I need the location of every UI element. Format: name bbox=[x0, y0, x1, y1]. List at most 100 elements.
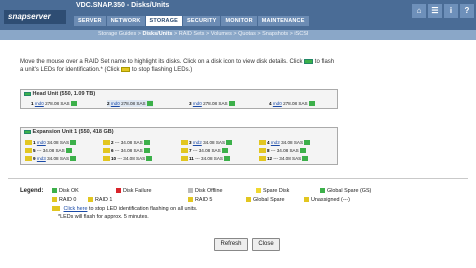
disk-slot[interactable]: 8 --- 34.08 SAS bbox=[259, 147, 306, 154]
expansion-unit-title: Expansion Unit 1 (550, 418 GB) bbox=[32, 129, 114, 135]
disk-slot[interactable]: 12 --- 34.08 SAS bbox=[259, 155, 309, 162]
raid5-icon bbox=[188, 197, 193, 203]
unassigned-icon bbox=[304, 197, 309, 203]
legend-title: Legend: bbox=[20, 188, 44, 194]
flash-led-icon[interactable] bbox=[24, 129, 31, 134]
spare-disk-icon bbox=[256, 188, 261, 194]
disk-slot[interactable]: 3 md2 34.08 SAS bbox=[181, 139, 233, 146]
disk-ok-icon[interactable] bbox=[143, 140, 150, 146]
sub-nav: Storage Guides > Disks/Units > RAID Sets… bbox=[0, 30, 476, 40]
disk-ok-icon[interactable] bbox=[146, 101, 153, 107]
disk-slot[interactable]: 3 md0 278.08 SAS bbox=[189, 100, 235, 107]
disk-ok-icon[interactable] bbox=[70, 101, 77, 107]
instruction-text-1: Move the mouse over a RAID Set name to h… bbox=[20, 59, 303, 65]
disk-slot[interactable]: 5 --- 34.08 SAS bbox=[25, 147, 72, 154]
refresh-button[interactable]: Refresh bbox=[214, 238, 248, 251]
legend-disk-offline: Disk Offline bbox=[188, 188, 222, 194]
legend-raid5: RAID 5 bbox=[188, 197, 212, 203]
flash-led-icon bbox=[304, 58, 314, 64]
flash-led-icon[interactable] bbox=[24, 91, 31, 96]
legend-unassigned: Unassigned (---) bbox=[304, 197, 350, 203]
instruction-text-2b: to stop flashing LEDs.) bbox=[131, 67, 193, 73]
home-icon[interactable]: ⌂ bbox=[412, 4, 426, 18]
main-nav: SERVER NETWORK STORAGE SECURITY MONITOR … bbox=[74, 16, 310, 26]
subnav-iscsi[interactable]: iSCSI bbox=[294, 31, 308, 37]
legend-disk-failure: Disk Failure bbox=[116, 188, 151, 194]
disk-ok-icon[interactable] bbox=[70, 156, 77, 162]
disk-slot[interactable]: 11 --- 34.08 SAS bbox=[181, 155, 230, 162]
subnav-volumes[interactable]: Volumes bbox=[211, 31, 232, 37]
raid-link[interactable]: md3 bbox=[37, 156, 46, 161]
raid-link[interactable]: md2 bbox=[271, 140, 280, 145]
instruction-text-1b: to flash bbox=[314, 59, 335, 65]
list-icon[interactable]: ☰ bbox=[428, 4, 442, 18]
raid-flag-icon bbox=[259, 156, 266, 162]
tab-server[interactable]: SERVER bbox=[74, 16, 106, 26]
help-icon[interactable]: ? bbox=[460, 4, 474, 18]
disk-slot[interactable]: 6 --- 34.08 SAS bbox=[103, 147, 150, 154]
disk-ok-icon[interactable] bbox=[228, 101, 235, 107]
disk-ok-icon[interactable] bbox=[221, 148, 228, 154]
global-spare-flag-icon bbox=[246, 197, 251, 203]
disk-slot[interactable]: 1 md0 278.08 SAS bbox=[31, 100, 77, 107]
stop-led-icon bbox=[52, 206, 60, 212]
head-unit-title: Head Unit (550, 1.09 TB) bbox=[32, 91, 96, 97]
legend-raid1: RAID 1 bbox=[88, 197, 112, 203]
stop-flash-link[interactable]: Click here bbox=[64, 206, 88, 212]
raid-flag-icon bbox=[181, 140, 188, 146]
close-button[interactable]: Close bbox=[252, 238, 280, 251]
stop-led-icon bbox=[121, 66, 131, 72]
disk-ok-icon[interactable] bbox=[302, 156, 309, 162]
subnav-disks-units[interactable]: Disks/Units bbox=[143, 31, 173, 37]
global-spare-icon bbox=[320, 188, 325, 194]
disk-slot[interactable]: 2 --- 34.08 SAS bbox=[103, 139, 150, 146]
legend-disk-ok: Disk OK bbox=[52, 188, 79, 194]
tab-security[interactable]: SECURITY bbox=[183, 16, 221, 26]
breadcrumb: VDC.SNAP.350 - Disks/Units bbox=[76, 2, 170, 9]
raid-link[interactable]: md0 bbox=[37, 140, 46, 145]
disk-slot[interactable]: 9 md3 34.08 SAS bbox=[25, 155, 77, 162]
subnav-snapshots[interactable]: Snapshots bbox=[262, 31, 288, 37]
info-icon[interactable]: i bbox=[444, 4, 458, 18]
disk-ok-icon[interactable] bbox=[223, 156, 230, 162]
instruction-text-2: a unit's LEDs for identification.* (Clic… bbox=[20, 67, 120, 73]
tab-network[interactable]: NETWORK bbox=[106, 16, 145, 26]
disk-ok-icon[interactable] bbox=[226, 140, 233, 146]
raid-flag-icon bbox=[103, 148, 110, 154]
disk-ok-icon[interactable] bbox=[299, 148, 306, 154]
head-unit-panel: Head Unit (550, 1.09 TB) 1 md0 278.08 SA… bbox=[20, 89, 338, 109]
disk-slot[interactable]: 4 md0 278.08 SAS bbox=[269, 100, 315, 107]
raid0-icon bbox=[52, 197, 57, 203]
raid-flag-icon bbox=[181, 156, 188, 162]
disk-slot[interactable]: 10 --- 34.08 SAS bbox=[103, 155, 153, 162]
subnav-raid-sets[interactable]: RAID Sets bbox=[179, 31, 205, 37]
subnav-storage-guides[interactable]: Storage Guides bbox=[98, 31, 136, 37]
stop-flash-row: Click here to stop LED identification fl… bbox=[52, 206, 197, 212]
disk-ok-icon[interactable] bbox=[65, 148, 72, 154]
tab-monitor[interactable]: MONITOR bbox=[221, 16, 257, 26]
raid-flag-icon bbox=[25, 156, 32, 162]
subnav-quotas[interactable]: Quotas bbox=[238, 31, 256, 37]
tab-storage[interactable]: STORAGE bbox=[145, 16, 183, 26]
raid-flag-icon bbox=[103, 140, 110, 146]
raid-link[interactable]: md0 bbox=[111, 101, 120, 106]
raid-flag-icon bbox=[259, 140, 266, 146]
raid-link[interactable]: md0 bbox=[35, 101, 44, 106]
tab-maintenance[interactable]: MAINTENANCE bbox=[257, 16, 309, 26]
disk-slot[interactable]: 4 md2 34.08 SAS bbox=[259, 139, 311, 146]
raid-link[interactable]: md0 bbox=[193, 101, 202, 106]
disk-slot[interactable]: 7 --- 34.08 SAS bbox=[181, 147, 228, 154]
disk-ok-icon[interactable] bbox=[146, 156, 153, 162]
raid-flag-icon bbox=[259, 148, 266, 154]
disk-ok-icon[interactable] bbox=[143, 148, 150, 154]
disk-ok-icon[interactable] bbox=[308, 101, 315, 107]
header-icons: ⌂ ☰ i ? bbox=[410, 4, 474, 18]
disk-slot[interactable]: 1 md0 34.08 SAS bbox=[25, 139, 77, 146]
disk-ok-icon[interactable] bbox=[70, 140, 77, 146]
divider bbox=[8, 178, 468, 179]
disk-slot[interactable]: 2 md0 278.08 SAS bbox=[107, 100, 153, 107]
raid-link[interactable]: md0 bbox=[273, 101, 282, 106]
raid-link[interactable]: md2 bbox=[193, 140, 202, 145]
disk-ok-icon[interactable] bbox=[304, 140, 311, 146]
legend-global-spare-gs: Global Spare (GS) bbox=[320, 188, 371, 194]
